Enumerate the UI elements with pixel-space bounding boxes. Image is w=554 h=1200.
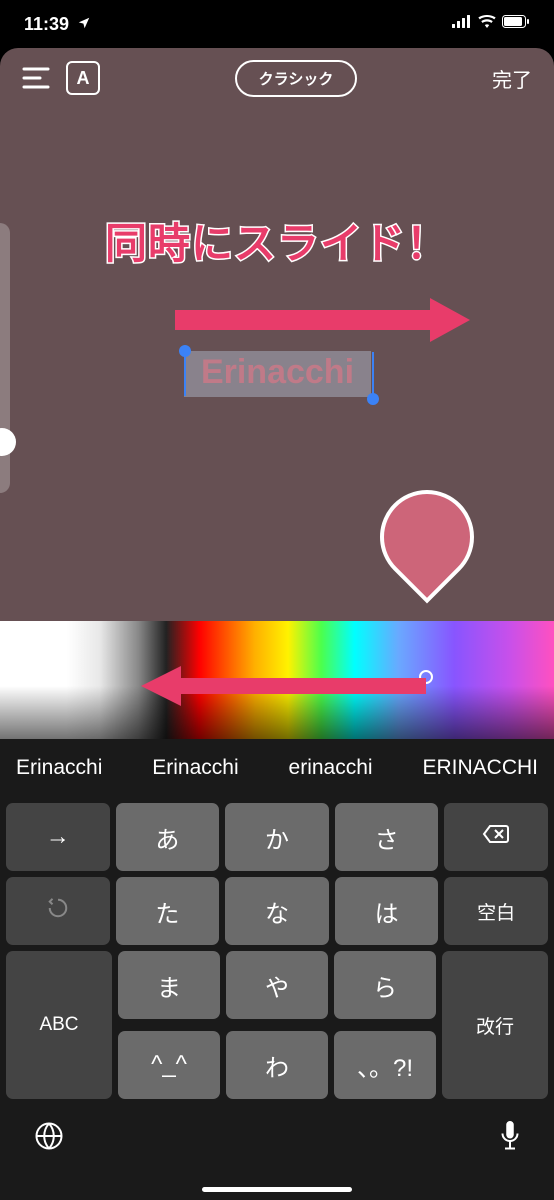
size-slider-thumb[interactable] (0, 428, 16, 456)
status-time: 11:39 (24, 14, 69, 35)
keyboard-bottom-bar (0, 1105, 554, 1176)
key-space[interactable]: 空白 (444, 877, 548, 945)
key-mode-abc[interactable]: ABC (6, 951, 112, 1099)
droplet-icon (361, 471, 494, 604)
key-next-candidate[interactable]: → (6, 803, 110, 871)
keyboard-grid: → あ か さ た な は 空白 ABC (0, 797, 554, 1105)
key-return[interactable]: 改行 (442, 951, 548, 1099)
cellular-icon (452, 15, 472, 33)
key-ka[interactable]: か (225, 803, 329, 871)
annotation-arrow-left (141, 666, 426, 706)
key-kaomoji[interactable]: ^_^ (118, 1031, 220, 1099)
key-ma[interactable]: ま (118, 951, 220, 1019)
font-style-button[interactable]: A (66, 61, 100, 95)
key-punct[interactable]: 、。?! (334, 1031, 436, 1099)
key-backspace[interactable] (444, 803, 548, 871)
home-indicator[interactable] (202, 1187, 352, 1192)
key-undo[interactable] (6, 877, 110, 945)
key-ra[interactable]: ら (334, 951, 436, 1019)
key-a[interactable]: あ (116, 803, 220, 871)
selection-handle-start[interactable] (179, 345, 191, 357)
suggestion-item[interactable]: ERINACCHI (422, 756, 538, 780)
undo-icon (47, 897, 69, 926)
editor-canvas[interactable]: A クラシック 完了 同時にスライド！ Erinacchi (0, 48, 554, 621)
font-style-letter: A (77, 68, 90, 89)
status-right (452, 15, 530, 33)
suggestion-item[interactable]: erinacchi (289, 756, 373, 780)
selection-handle-end[interactable] (367, 393, 379, 405)
location-icon (77, 14, 91, 35)
key-ta[interactable]: た (116, 877, 220, 945)
status-bar: 11:39 (0, 0, 554, 48)
key-ya[interactable]: や (226, 951, 328, 1019)
globe-button[interactable] (34, 1121, 64, 1156)
color-marker-droplet[interactable] (380, 490, 474, 604)
annotation-headline: 同時にスライド！ (0, 210, 554, 271)
alignment-button[interactable] (22, 67, 50, 89)
text-style-pill[interactable]: クラシック (235, 60, 358, 97)
wifi-icon (478, 15, 496, 33)
suggestion-item[interactable]: Erinacchi (16, 756, 102, 780)
done-label: 完了 (492, 70, 532, 92)
dictation-button[interactable] (500, 1121, 520, 1156)
selection-handle-line-right (372, 352, 374, 396)
suggestion-item[interactable]: Erinacchi (152, 756, 238, 780)
key-na[interactable]: な (225, 877, 329, 945)
annotation-arrow-right (175, 298, 470, 342)
text-style-label: クラシック (259, 71, 334, 88)
editable-text[interactable]: Erinacchi (184, 353, 371, 392)
keyboard: Erinacchi Erinacchi erinacchi ERINACCHI … (0, 739, 554, 1200)
backspace-icon (482, 823, 510, 851)
key-sa[interactable]: さ (335, 803, 439, 871)
toolbar: A クラシック 完了 (0, 48, 554, 108)
battery-icon (502, 15, 530, 33)
key-ha[interactable]: は (335, 877, 439, 945)
status-left: 11:39 (24, 14, 91, 35)
done-button[interactable]: 完了 (492, 64, 532, 93)
key-wa[interactable]: わ (226, 1031, 328, 1099)
suggestion-bar: Erinacchi Erinacchi erinacchi ERINACCHI (0, 739, 554, 797)
